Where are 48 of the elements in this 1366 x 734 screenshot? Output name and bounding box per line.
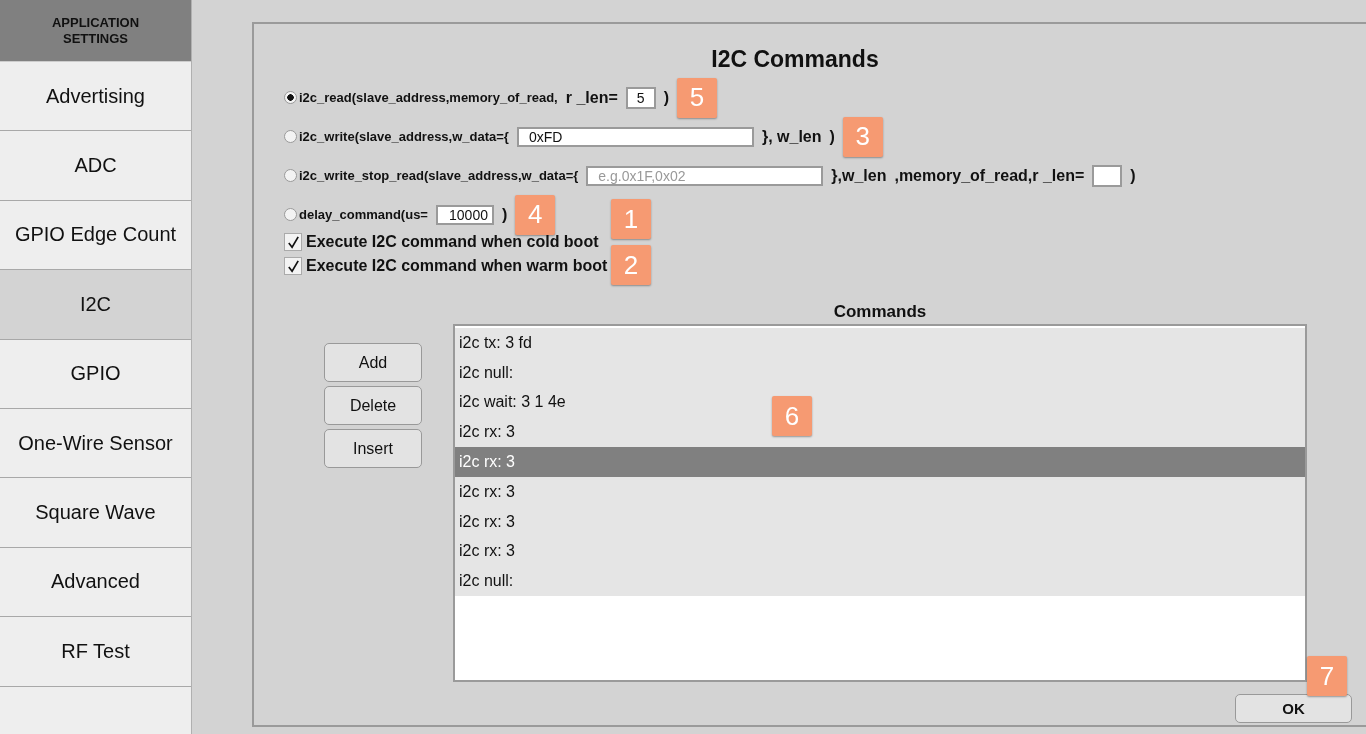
command-label: ,memory_of_read,r _len= (894, 166, 1085, 185)
radio-button[interactable] (284, 130, 297, 143)
command-label: ) (501, 205, 508, 224)
command-label: },w_len (831, 166, 887, 185)
command-label: i2c_write(slave_address,w_data={ (299, 129, 509, 144)
command-label: }, w_len (761, 127, 822, 146)
checkbox[interactable] (284, 233, 302, 251)
callout-badge: 1 (611, 199, 651, 239)
input-field[interactable]: 0xFD (516, 126, 754, 147)
list-item[interactable]: i2c null: (455, 357, 1305, 388)
command-label: Execute I2C command when cold boot (306, 233, 599, 251)
radio-button[interactable] (284, 91, 297, 104)
command-label: Execute I2C command when warm boot (306, 257, 608, 275)
command-label: delay_command(us= (299, 207, 428, 222)
list-item[interactable]: i2c rx: 3 (455, 536, 1305, 567)
callout-badge: 6 (772, 396, 812, 436)
input-field[interactable]: e.g.0x1F,0x02 (586, 165, 824, 186)
command-label: i2c_write_stop_read(slave_address,w_data={ (299, 168, 579, 183)
action-button[interactable]: Insert (324, 429, 422, 468)
input-field[interactable]: 10000 (435, 204, 494, 225)
list-item[interactable]: i2c rx: 3 (455, 447, 1305, 477)
action-button[interactable]: Add (324, 343, 422, 382)
command-label: ) (829, 127, 835, 146)
command-label: ) (663, 88, 670, 107)
list-item[interactable]: i2c rx: 3 (455, 477, 1305, 507)
callout-badge: 3 (842, 116, 883, 157)
checkbox[interactable] (284, 257, 302, 275)
input-field[interactable] (1092, 164, 1123, 187)
panel-title: I2C Commands (710, 45, 880, 74)
list-item[interactable]: i2c rx: 3 (455, 506, 1305, 537)
callout-badge: 2 (611, 245, 651, 285)
radio-button[interactable] (284, 169, 297, 182)
callout-badge: 7 (1307, 656, 1347, 696)
command-label: i2c_read(slave_address,memory_of_read, (299, 90, 558, 105)
ok-button[interactable]: OK (1235, 694, 1352, 723)
sidebar-item[interactable]: I2C (0, 270, 191, 340)
command-label: ) (1130, 166, 1136, 185)
list-title: Commands (832, 301, 928, 323)
command-list[interactable]: i2c tx: 3 fd i2c null: i2c wait: 3 1 4e i2c rx: 3 i2c rx: 3 i2c rx: 3 i2c rx: 3 i2c rx: 3 i2c null: 6 (453, 324, 1307, 682)
sidebar-header: APPLICATION SETTINGS (0, 0, 191, 62)
action-button[interactable]: Delete (324, 386, 422, 425)
list-item[interactable]: i2c null: (455, 566, 1305, 597)
command-label: r _len= (565, 88, 618, 107)
radio-button[interactable] (284, 208, 297, 221)
list-item[interactable]: i2c tx: 3 fd (455, 328, 1305, 358)
input-field[interactable]: 5 (625, 86, 656, 109)
callout-badge: 5 (677, 77, 718, 118)
callout-badge: 4 (515, 194, 556, 235)
